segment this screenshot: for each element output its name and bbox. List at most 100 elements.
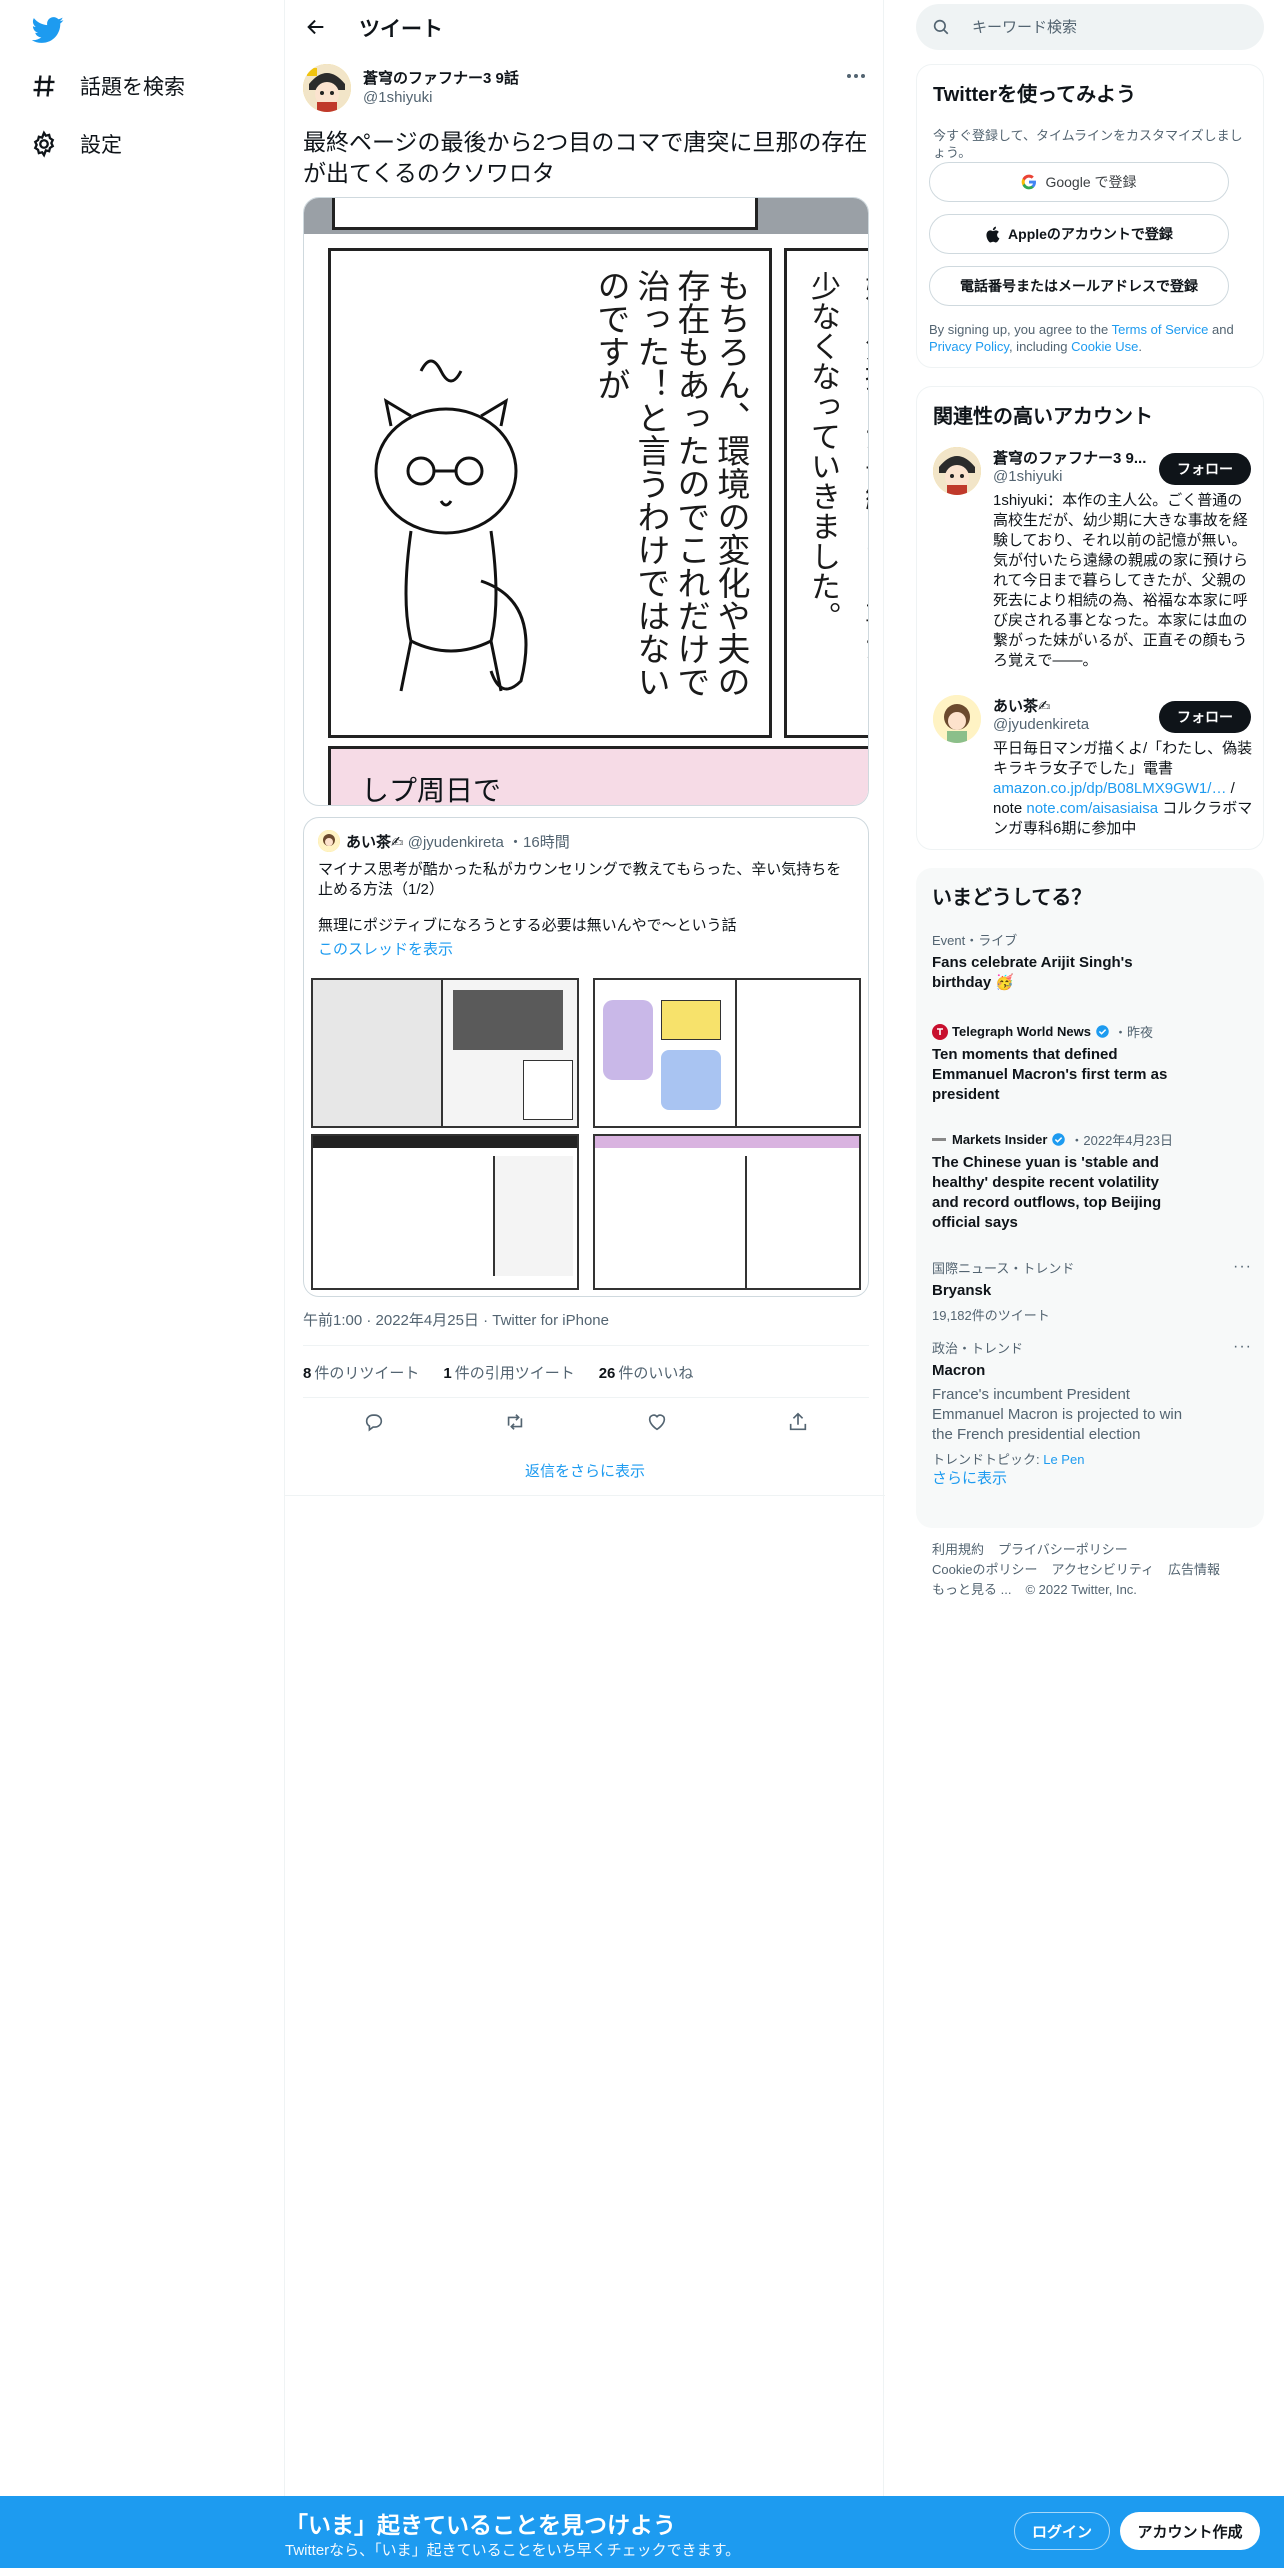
privacy-policy-link[interactable]: Privacy Policy	[929, 339, 1009, 354]
show-thread-link[interactable]: このスレッドを表示	[318, 938, 453, 959]
trend-description: France's incumbent President Emmanuel Ma…	[932, 1386, 1183, 1443]
share-icon[interactable]	[787, 1411, 809, 1433]
quotes-stat[interactable]: 1 件の引用ツイート	[443, 1362, 574, 1383]
footer-accessibility-link[interactable]: アクセシビリティ	[1051, 1562, 1154, 1577]
quoted-panel-4-strip	[595, 1136, 859, 1148]
nav-settings[interactable]: 設定	[30, 118, 122, 170]
trend-more-icon[interactable]: ···	[1233, 1338, 1252, 1356]
account-avatar[interactable]	[933, 695, 981, 743]
quoted-time: ・16時間	[508, 834, 570, 851]
trend-item[interactable]: Telegraph World News ・昨夜 Ten moments tha…	[932, 1022, 1252, 1105]
trend-meta: 政治・トレンド	[932, 1341, 1024, 1356]
search-bar[interactable]	[916, 4, 1264, 50]
trend-more-icon[interactable]: ···	[1233, 1258, 1252, 1276]
back-button[interactable]	[299, 10, 333, 44]
note-link[interactable]: note.com/aisasiaisa	[1026, 800, 1158, 817]
cookie-use-link[interactable]: Cookie Use	[1071, 339, 1138, 354]
account-name[interactable]: あい茶✍	[993, 695, 1051, 716]
footer-terms-link[interactable]: 利用規約	[932, 1542, 984, 1557]
nav-explore-label: 話題を検索	[80, 76, 185, 99]
likes-label: 件のいいね	[618, 1364, 694, 1382]
right-sidebar: Twitterを使ってみよう 今すぐ登録して、タイムラインをカスタマイズしましょ…	[884, 0, 1284, 2496]
google-signup-button[interactable]: Google で登録	[929, 162, 1229, 202]
manga-panel-right: 少なくなっていきました。 嫌な気持ちが長続きする事が	[784, 248, 868, 738]
more-options-icon[interactable]	[843, 66, 869, 86]
trends-show-more[interactable]: さらに表示	[932, 1467, 1007, 1488]
divider	[303, 1345, 869, 1346]
likes-stat[interactable]: 26 件のいいね	[599, 1362, 694, 1383]
quoted-text: マイナス思考が酷かった私がカウンセリングで教えてもらった、辛い気持ちを止める方法…	[318, 861, 842, 898]
apple-signup-button[interactable]: Appleのアカウントで登録	[929, 214, 1229, 254]
nav-explore[interactable]: 話題を検索	[30, 60, 185, 112]
trend-item[interactable]: 国際ニュース・トレンド Bryansk 19,182件のツイート ···	[932, 1258, 1252, 1324]
phone-email-signup-button[interactable]: 電話番号またはメールアドレスで登録	[929, 266, 1229, 306]
signup-subtitle: 今すぐ登録して、タイムラインをカスタマイズしましょう。	[933, 128, 1243, 160]
manga-panel-bottom-text: しプ周日で	[361, 774, 502, 806]
search-input[interactable]	[972, 4, 1252, 50]
quoted-panel-1b	[453, 990, 563, 1050]
footer-copyright: © 2022 Twitter, Inc.	[1025, 1582, 1137, 1597]
tweet-author-handle[interactable]: @1shiyuki	[363, 89, 432, 106]
signup-button[interactable]: アカウント作成	[1120, 2512, 1260, 2550]
account-bio-text: 平日毎日マンガ描くよ/「わたし、偽装キラキラ女子でした」電書	[993, 740, 1253, 777]
footer-ads-link[interactable]: 広告情報	[1168, 1562, 1220, 1577]
tweet-actions	[303, 1400, 869, 1444]
footer-row-3: もっと見る ... © 2022 Twitter, Inc.	[932, 1580, 1262, 1600]
google-signup-label: Google で登録	[1045, 174, 1137, 190]
account-handle[interactable]: @1shiyuki	[993, 468, 1062, 485]
retweets-stat[interactable]: 8 件のリツイート	[303, 1362, 419, 1383]
trend-item[interactable]: Event・ライブ Fans celebrate Arijit Singh's …	[932, 930, 1252, 993]
apple-icon	[986, 226, 1000, 242]
show-more-replies[interactable]: 返信をさらに表示	[285, 1446, 885, 1496]
trend-meta: Telegraph World News ・昨夜	[932, 1022, 1252, 1041]
trends-card: いまどうしてる？ Event・ライブ Fans celebrate Arijit…	[916, 868, 1264, 1528]
tweet-author-avatar[interactable]	[303, 64, 351, 112]
terms-of-service-link[interactable]: Terms of Service	[1112, 322, 1209, 337]
avatar-illustration	[303, 64, 351, 112]
quoted-media-image[interactable]	[307, 974, 865, 1294]
trend-title: Bryansk	[932, 1282, 992, 1299]
signup-title: Twitterを使ってみよう	[933, 84, 1137, 106]
retweets-count: 8	[303, 1364, 312, 1382]
trend-time: ・2022年4月23日	[1070, 1133, 1173, 1148]
main-column: ツイート 蒼穹のファフナー3 9話 @1shiyuki 最終ページの最後から2つ…	[284, 0, 885, 2496]
quoted-panel-1	[311, 978, 579, 1128]
tweet-author-name[interactable]: 蒼穹のファフナー3 9話	[363, 67, 519, 88]
quoted-author-name: あい茶✍	[346, 834, 404, 851]
account-avatar[interactable]	[933, 447, 981, 495]
account-handle[interactable]: @jyudenkireta	[993, 716, 1089, 733]
trend-item[interactable]: Markets Insider ・2022年4月23日 The Chinese …	[932, 1130, 1252, 1233]
footer-cookie-link[interactable]: Cookieのポリシー	[932, 1562, 1037, 1577]
quoted-panel-2-bubble1	[603, 1000, 653, 1080]
tweet-stats: 8 件のリツイート 1 件の引用ツイート 26 件のいいね	[303, 1357, 693, 1387]
trend-item[interactable]: 政治・トレンド Macron France's incumbent Presid…	[932, 1338, 1252, 1468]
trend-title: Fans celebrate Arijit Singh's birthday 🥳	[932, 954, 1133, 991]
trend-meta: Markets Insider ・2022年4月23日	[932, 1130, 1252, 1149]
retweet-icon[interactable]	[504, 1411, 526, 1433]
quoted-tweet[interactable]: あい茶✍ @jyudenkireta ・16時間 マイナス思考が酷かった私がカウ…	[303, 817, 869, 1297]
quoted-panel-3-strip	[313, 1136, 577, 1148]
heart-icon[interactable]	[646, 1411, 668, 1433]
amazon-link[interactable]: amazon.co.jp/dp/B08LMX9GW1/…	[993, 780, 1226, 797]
footer-privacy-link[interactable]: プライバシーポリシー	[998, 1542, 1128, 1557]
manga-panel-bottom: しプ周日で	[328, 746, 868, 806]
tweet-media-image[interactable]: もちろん、環境の変化や夫の存在もあったのでこれだけで治った！と言うわけではないの…	[303, 197, 869, 806]
trend-topic-link[interactable]: Le Pen	[1043, 1452, 1084, 1467]
twitter-logo-icon[interactable]	[32, 14, 64, 46]
signup-card: Twitterを使ってみよう 今すぐ登録して、タイムラインをカスタマイズしましょ…	[916, 64, 1264, 368]
account-name[interactable]: 蒼穹のファフナー3 9...	[993, 447, 1146, 468]
login-button[interactable]: ログイン	[1014, 2512, 1110, 2550]
likes-count: 26	[598, 1364, 616, 1382]
tweet-timestamp[interactable]: 午前1:00 · 2022年4月25日 · Twitter for iPhone	[303, 1309, 609, 1330]
trend-topic: トレンドトピック: Le Pen	[932, 1449, 1252, 1468]
footer-more-link[interactable]: もっと見る ...	[932, 1582, 1011, 1597]
trend-meta: 国際ニュース・トレンド	[932, 1261, 1075, 1276]
tweet-header: ツイート	[285, 0, 885, 53]
reply-icon[interactable]	[363, 1411, 385, 1433]
arrow-left-icon	[307, 19, 324, 35]
follow-button[interactable]: フォロー	[1159, 701, 1251, 733]
follow-button[interactable]: フォロー	[1159, 453, 1251, 485]
relevant-accounts-card: 関連性の高いアカウント 蒼穹のファフナー3 9... @1shiyuki フォロ…	[916, 386, 1264, 850]
terms-end: .	[1138, 339, 1142, 354]
footer-row-1: 利用規約 プライバシーポリシー	[932, 1540, 1262, 1560]
